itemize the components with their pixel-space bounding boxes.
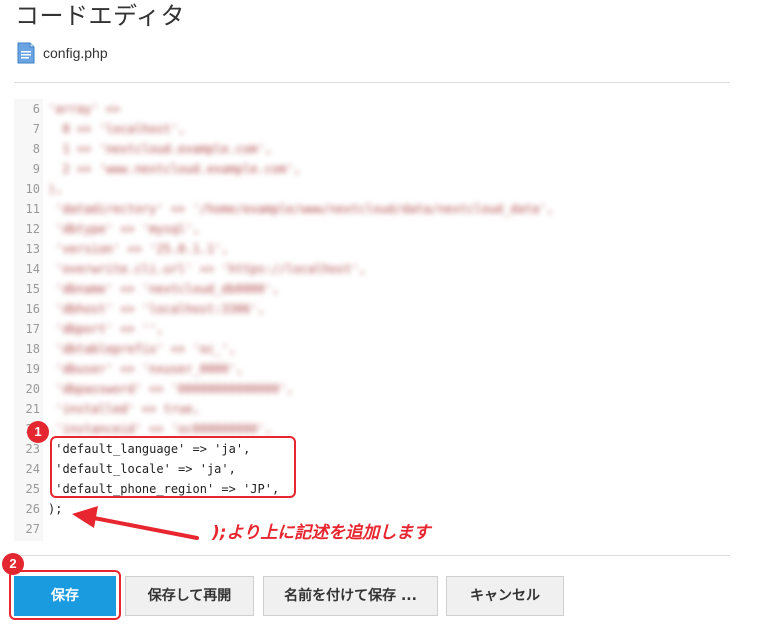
- divider-top: [14, 82, 730, 83]
- save-as-button[interactable]: 名前を付けて保存 ...: [263, 576, 438, 616]
- line-number: 12: [25, 222, 40, 236]
- line-number: 13: [25, 242, 40, 256]
- code-line[interactable]: 19 'dbuser' => 'nxuser_0000',: [14, 359, 730, 379]
- code-text-redacted[interactable]: 'version' => '25.0.1.1',: [48, 239, 228, 259]
- code-line[interactable]: 8 1 => 'nextcloud.example.com',: [14, 139, 730, 159]
- line-number: 20: [25, 382, 40, 396]
- code-text-redacted[interactable]: 'dbtableprefix' => 'oc_',: [48, 339, 236, 359]
- code-text-redacted[interactable]: 0 => 'localhost',: [48, 119, 185, 139]
- code-text-redacted[interactable]: 'dbport' => '',: [48, 319, 163, 339]
- code-line[interactable]: 16 'dbhost' => 'localhost:3306',: [14, 299, 730, 319]
- code-line[interactable]: 13 'version' => '25.0.1.1',: [14, 239, 730, 259]
- code-line[interactable]: 14 'overwrite.cli.url' => 'https://local…: [14, 259, 730, 279]
- code-line[interactable]: 7 0 => 'localhost',: [14, 119, 730, 139]
- code-text-redacted[interactable]: 'overwrite.cli.url' => 'https://localhos…: [48, 259, 366, 279]
- code-text-redacted[interactable]: 'dbpassword' => '00000000000000',: [48, 379, 293, 399]
- code-line[interactable]: 18 'dbtableprefix' => 'oc_',: [14, 339, 730, 359]
- code-line[interactable]: 12 'dbtype' => 'mysql',: [14, 219, 730, 239]
- line-number: 18: [25, 342, 40, 356]
- code-text-redacted[interactable]: 1 => 'nextcloud.example.com',: [48, 139, 272, 159]
- step-badge-2: 2: [2, 553, 24, 575]
- code-text-redacted[interactable]: 'dbuser' => 'nxuser_0000',: [48, 359, 243, 379]
- code-line[interactable]: 9 2 => 'www.nextcloud.example.com',: [14, 159, 730, 179]
- file-row: config.php: [16, 41, 108, 65]
- line-number: 14: [25, 262, 40, 276]
- save-and-reopen-button[interactable]: 保存して再開: [125, 576, 254, 616]
- line-number: 15: [25, 282, 40, 296]
- line-number: 6: [32, 102, 40, 116]
- file-name: config.php: [43, 45, 108, 61]
- line-number: 26: [25, 502, 40, 516]
- code-line[interactable]: 10),: [14, 179, 730, 199]
- code-text[interactable]: );: [48, 499, 62, 519]
- line-number: 8: [32, 142, 40, 156]
- code-text-redacted[interactable]: 'array' =>: [48, 99, 127, 119]
- code-text-redacted[interactable]: 'dbhost' => 'localhost:3306',: [48, 299, 265, 319]
- line-number: 21: [25, 402, 40, 416]
- line-number: 7: [32, 122, 40, 136]
- code-line[interactable]: 20 'dbpassword' => '00000000000000',: [14, 379, 730, 399]
- annotation-arrow-icon: [72, 506, 199, 540]
- line-number: 19: [25, 362, 40, 376]
- line-number: 9: [32, 162, 40, 176]
- save-button[interactable]: 保存: [14, 576, 116, 616]
- code-text-redacted[interactable]: ),: [48, 179, 62, 199]
- file-icon: [16, 42, 36, 64]
- code-line[interactable]: 6 'array' =>: [14, 99, 730, 119]
- code-line[interactable]: 15 'dbname' => 'nextcloud_db0000',: [14, 279, 730, 299]
- line-number: 17: [25, 322, 40, 336]
- line-number: 16: [25, 302, 40, 316]
- line-number: 11: [25, 202, 40, 216]
- line-number: 24: [25, 462, 40, 476]
- highlight-added-lines: [50, 436, 296, 498]
- annotation-note: );より上に記述を追加します: [212, 523, 431, 543]
- code-text-redacted[interactable]: 2 => 'www.nextcloud.example.com',: [48, 159, 300, 179]
- code-text-redacted[interactable]: 'dbname' => 'nextcloud_db0000',: [48, 279, 279, 299]
- line-number: 27: [25, 522, 40, 536]
- line-number: 10: [25, 182, 40, 196]
- code-line[interactable]: 17 'dbport' => '',: [14, 319, 730, 339]
- code-text-redacted[interactable]: 'datadirectory' => '/home/example/www/ne…: [48, 199, 554, 219]
- code-line[interactable]: 11 'datadirectory' => '/home/example/www…: [14, 199, 730, 219]
- cancel-button[interactable]: キャンセル: [446, 576, 564, 616]
- line-number: 25: [25, 482, 40, 496]
- divider-bottom: [14, 555, 730, 556]
- code-line[interactable]: 21 'installed' => true,: [14, 399, 730, 419]
- code-text-redacted[interactable]: 'dbtype' => 'mysql',: [48, 219, 200, 239]
- page-title: コードエディタ: [15, 2, 185, 30]
- code-text-redacted[interactable]: 'installed' => true,: [48, 399, 200, 419]
- step-badge-1: 1: [27, 421, 49, 443]
